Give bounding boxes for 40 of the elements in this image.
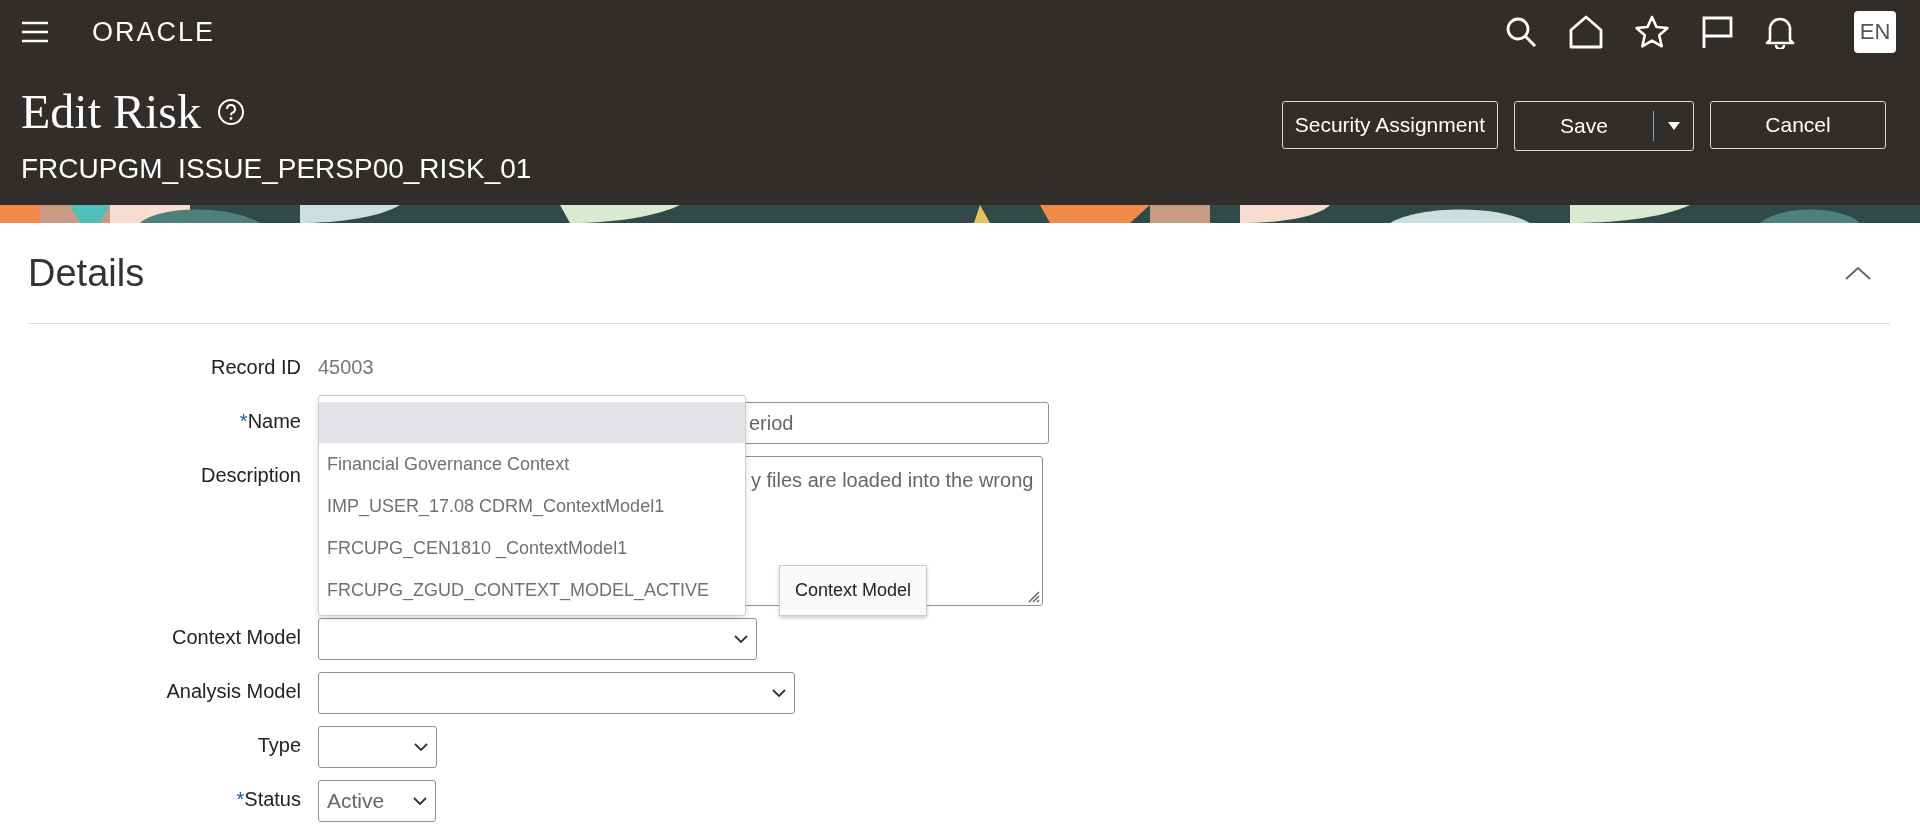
select-field[interactable] [318,618,757,660]
chevron-icon [414,742,428,752]
collapse-icon[interactable] [1844,265,1872,281]
dropdown-option[interactable]: FRCUPG_CEN1810 _ContextModel1 [319,527,745,569]
language-button[interactable]: EN [1854,11,1896,53]
dropdown-option[interactable]: IMP_USER_17.08 CDRM_ContextModel1 [319,485,745,527]
save-button[interactable]: Save [1515,101,1653,150]
save-split-button[interactable]: Save [1514,100,1694,151]
star-icon[interactable] [1634,15,1670,49]
home-icon[interactable] [1568,15,1604,49]
chevron-icon [413,796,427,806]
dropdown-option[interactable]: Financial Governance Context [319,443,745,485]
brand-logo[interactable]: ORACLE [92,16,216,48]
chevron-icon [734,634,748,644]
record-subtitle: FRCUPGM_ISSUE_PERSP00_RISK_01 [21,153,532,185]
resize-grip-icon[interactable] [1026,589,1040,603]
chevron-icon [772,688,786,698]
field-label: Analysis Model [165,679,301,703]
dropdown-option[interactable]: FRCUPG_ZGUD_CONTEXT_MODEL_ACTIVE [319,569,745,611]
field-label: Type [256,733,301,757]
caret-icon [1666,120,1681,131]
select-field[interactable]: Active [318,780,436,822]
help-icon[interactable] [217,97,246,126]
tooltip: Context Model [779,565,928,616]
record-id-value: 45003 [318,355,374,379]
header-button[interactable]: Cancel [1710,100,1886,149]
section-title: Details [28,251,145,295]
field-label: Description [199,463,301,487]
field-label: Record ID [209,355,301,380]
field-label: *Name [238,409,301,433]
search-icon[interactable] [1504,15,1538,49]
menu-icon[interactable] [20,20,50,44]
page-title: Edit Risk [21,84,202,139]
flag-icon[interactable] [1700,15,1734,49]
bell-icon[interactable] [1764,15,1796,49]
field-label: *Status [235,787,301,811]
select-field[interactable] [318,726,437,768]
select-field[interactable] [318,672,795,714]
header-button[interactable]: Security Assignment [1281,100,1498,149]
field-label: Context Model [171,625,301,649]
